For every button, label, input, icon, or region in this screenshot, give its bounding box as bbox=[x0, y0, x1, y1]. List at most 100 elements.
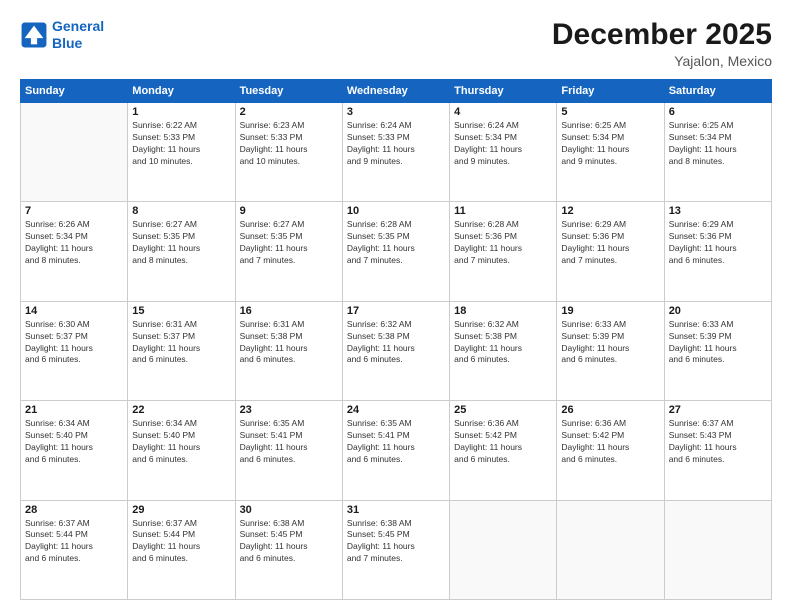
day-number: 2 bbox=[240, 106, 338, 118]
col-monday: Monday bbox=[128, 80, 235, 103]
day-number: 14 bbox=[25, 305, 123, 317]
col-tuesday: Tuesday bbox=[235, 80, 342, 103]
day-number: 8 bbox=[132, 205, 230, 217]
location: Yajalon, Mexico bbox=[552, 53, 772, 69]
day-info: Sunrise: 6:36 AMSunset: 5:42 PMDaylight:… bbox=[454, 418, 552, 466]
day-info: Sunrise: 6:24 AMSunset: 5:34 PMDaylight:… bbox=[454, 120, 552, 168]
table-row: 11 Sunrise: 6:28 AMSunset: 5:36 PMDayligh… bbox=[450, 202, 557, 301]
table-row: 17 Sunrise: 6:32 AMSunset: 5:38 PMDayligh… bbox=[342, 301, 449, 400]
table-row: 12 Sunrise: 6:29 AMSunset: 5:36 PMDayligh… bbox=[557, 202, 664, 301]
calendar-week-4: 21 Sunrise: 6:34 AMSunset: 5:40 PMDayligh… bbox=[21, 401, 772, 500]
table-row bbox=[664, 500, 771, 599]
day-info: Sunrise: 6:33 AMSunset: 5:39 PMDaylight:… bbox=[669, 319, 767, 367]
day-number: 31 bbox=[347, 504, 445, 516]
calendar-week-1: 1 Sunrise: 6:22 AMSunset: 5:33 PMDaylight… bbox=[21, 103, 772, 202]
table-row: 31 Sunrise: 6:38 AMSunset: 5:45 PMDayligh… bbox=[342, 500, 449, 599]
day-info: Sunrise: 6:29 AMSunset: 5:36 PMDaylight:… bbox=[561, 219, 659, 267]
day-number: 5 bbox=[561, 106, 659, 118]
table-row: 15Sunrise: 6:31 AMSunset: 5:37 PMDayligh… bbox=[128, 301, 235, 400]
day-number: 3 bbox=[347, 106, 445, 118]
day-info: Sunrise: 6:28 AMSunset: 5:35 PMDaylight:… bbox=[347, 219, 445, 267]
table-row: 25Sunrise: 6:36 AMSunset: 5:42 PMDayligh… bbox=[450, 401, 557, 500]
calendar-week-2: 7 Sunrise: 6:26 AMSunset: 5:34 PMDaylight… bbox=[21, 202, 772, 301]
day-info: Sunrise: 6:34 AMSunset: 5:40 PMDaylight:… bbox=[132, 418, 230, 466]
calendar-table: Sunday Monday Tuesday Wednesday Thursday… bbox=[20, 79, 772, 600]
day-info: Sunrise: 6:34 AMSunset: 5:40 PMDaylight:… bbox=[25, 418, 123, 466]
table-row bbox=[21, 103, 128, 202]
table-row: 3 Sunrise: 6:24 AMSunset: 5:33 PMDaylight… bbox=[342, 103, 449, 202]
day-number: 1 bbox=[132, 106, 230, 118]
table-row: 13 Sunrise: 6:29 AMSunset: 5:36 PMDayligh… bbox=[664, 202, 771, 301]
table-row: 6 Sunrise: 6:25 AMSunset: 5:34 PMDaylight… bbox=[664, 103, 771, 202]
day-number: 13 bbox=[669, 205, 767, 217]
table-row: 20Sunrise: 6:33 AMSunset: 5:39 PMDayligh… bbox=[664, 301, 771, 400]
day-info: Sunrise: 6:23 AMSunset: 5:33 PMDaylight:… bbox=[240, 120, 338, 168]
day-info: Sunrise: 6:24 AMSunset: 5:33 PMDaylight:… bbox=[347, 120, 445, 168]
day-info: Sunrise: 6:37 AMSunset: 5:44 PMDaylight:… bbox=[132, 518, 230, 566]
calendar-week-5: 28 Sunrise: 6:37 AMSunset: 5:44 PMDayligh… bbox=[21, 500, 772, 599]
table-row: 28 Sunrise: 6:37 AMSunset: 5:44 PMDayligh… bbox=[21, 500, 128, 599]
day-info: Sunrise: 6:37 AMSunset: 5:44 PMDaylight:… bbox=[25, 518, 123, 566]
logo-text: General Blue bbox=[52, 18, 104, 52]
day-number: 26 bbox=[561, 404, 659, 416]
day-number: 10 bbox=[347, 205, 445, 217]
day-info: Sunrise: 6:28 AMSunset: 5:36 PMDaylight:… bbox=[454, 219, 552, 267]
day-number: 17 bbox=[347, 305, 445, 317]
table-row: 4 Sunrise: 6:24 AMSunset: 5:34 PMDaylight… bbox=[450, 103, 557, 202]
col-wednesday: Wednesday bbox=[342, 80, 449, 103]
day-info: Sunrise: 6:36 AMSunset: 5:42 PMDaylight:… bbox=[561, 418, 659, 466]
col-friday: Friday bbox=[557, 80, 664, 103]
col-thursday: Thursday bbox=[450, 80, 557, 103]
table-row: 5 Sunrise: 6:25 AMSunset: 5:34 PMDaylight… bbox=[557, 103, 664, 202]
logo-line2: Blue bbox=[52, 35, 82, 51]
day-info: Sunrise: 6:26 AMSunset: 5:34 PMDaylight:… bbox=[25, 219, 123, 267]
table-row: 7 Sunrise: 6:26 AMSunset: 5:34 PMDaylight… bbox=[21, 202, 128, 301]
day-info: Sunrise: 6:25 AMSunset: 5:34 PMDaylight:… bbox=[669, 120, 767, 168]
table-row: 19Sunrise: 6:33 AMSunset: 5:39 PMDayligh… bbox=[557, 301, 664, 400]
day-info: Sunrise: 6:37 AMSunset: 5:43 PMDaylight:… bbox=[669, 418, 767, 466]
day-info: Sunrise: 6:29 AMSunset: 5:36 PMDaylight:… bbox=[669, 219, 767, 267]
day-number: 29 bbox=[132, 504, 230, 516]
day-number: 4 bbox=[454, 106, 552, 118]
table-row: 1 Sunrise: 6:22 AMSunset: 5:33 PMDaylight… bbox=[128, 103, 235, 202]
day-number: 28 bbox=[25, 504, 123, 516]
day-number: 12 bbox=[561, 205, 659, 217]
day-number: 21 bbox=[25, 404, 123, 416]
day-info: Sunrise: 6:32 AMSunset: 5:38 PMDaylight:… bbox=[347, 319, 445, 367]
day-info: Sunrise: 6:22 AMSunset: 5:33 PMDaylight:… bbox=[132, 120, 230, 168]
day-number: 18 bbox=[454, 305, 552, 317]
table-row: 26 Sunrise: 6:36 AMSunset: 5:42 PMDayligh… bbox=[557, 401, 664, 500]
day-info: Sunrise: 6:30 AMSunset: 5:37 PMDaylight:… bbox=[25, 319, 123, 367]
day-info: Sunrise: 6:31 AMSunset: 5:37 PMDaylight:… bbox=[132, 319, 230, 367]
day-info: Sunrise: 6:25 AMSunset: 5:34 PMDaylight:… bbox=[561, 120, 659, 168]
table-row bbox=[450, 500, 557, 599]
calendar-page: General Blue December 2025 Yajalon, Mexi… bbox=[0, 0, 792, 612]
header: General Blue December 2025 Yajalon, Mexi… bbox=[20, 18, 772, 69]
month-title: December 2025 bbox=[552, 18, 772, 51]
day-info: Sunrise: 6:32 AMSunset: 5:38 PMDaylight:… bbox=[454, 319, 552, 367]
table-row: 16 Sunrise: 6:31 AMSunset: 5:38 PMDayligh… bbox=[235, 301, 342, 400]
day-number: 9 bbox=[240, 205, 338, 217]
day-info: Sunrise: 6:35 AMSunset: 5:41 PMDaylight:… bbox=[347, 418, 445, 466]
table-row: 2 Sunrise: 6:23 AMSunset: 5:33 PMDaylight… bbox=[235, 103, 342, 202]
day-number: 30 bbox=[240, 504, 338, 516]
day-number: 6 bbox=[669, 106, 767, 118]
day-number: 22 bbox=[132, 404, 230, 416]
day-info: Sunrise: 6:31 AMSunset: 5:38 PMDaylight:… bbox=[240, 319, 338, 367]
title-block: December 2025 Yajalon, Mexico bbox=[552, 18, 772, 69]
table-row: 30Sunrise: 6:38 AMSunset: 5:45 PMDayligh… bbox=[235, 500, 342, 599]
day-info: Sunrise: 6:35 AMSunset: 5:41 PMDaylight:… bbox=[240, 418, 338, 466]
table-row: 14 Sunrise: 6:30 AMSunset: 5:37 PMDayligh… bbox=[21, 301, 128, 400]
day-number: 16 bbox=[240, 305, 338, 317]
calendar-week-3: 14 Sunrise: 6:30 AMSunset: 5:37 PMDayligh… bbox=[21, 301, 772, 400]
day-info: Sunrise: 6:27 AMSunset: 5:35 PMDaylight:… bbox=[132, 219, 230, 267]
day-info: Sunrise: 6:38 AMSunset: 5:45 PMDaylight:… bbox=[347, 518, 445, 566]
table-row: 24Sunrise: 6:35 AMSunset: 5:41 PMDayligh… bbox=[342, 401, 449, 500]
day-number: 7 bbox=[25, 205, 123, 217]
table-row: 10 Sunrise: 6:28 AMSunset: 5:35 PMDayligh… bbox=[342, 202, 449, 301]
table-row: 18 Sunrise: 6:32 AMSunset: 5:38 PMDayligh… bbox=[450, 301, 557, 400]
table-row bbox=[557, 500, 664, 599]
day-number: 23 bbox=[240, 404, 338, 416]
day-number: 11 bbox=[454, 205, 552, 217]
day-info: Sunrise: 6:27 AMSunset: 5:35 PMDaylight:… bbox=[240, 219, 338, 267]
